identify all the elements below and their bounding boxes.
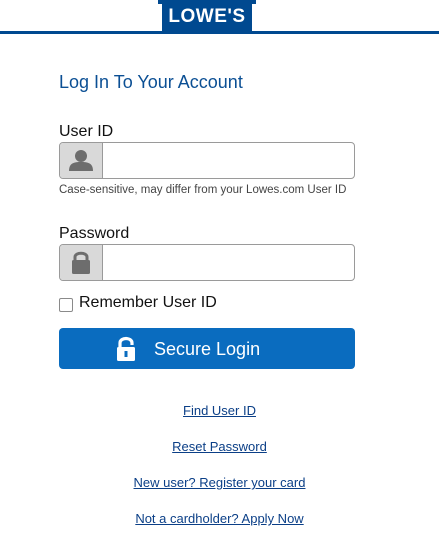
lock-icon [115, 336, 137, 367]
lowes-logo[interactable]: LOWE'S [158, 0, 256, 31]
user-icon [60, 143, 103, 178]
user-id-field[interactable] [59, 142, 355, 179]
password-input[interactable] [103, 245, 354, 280]
page-title: Log In To Your Account [59, 72, 243, 92]
header-bar: LOWE'S [0, 0, 439, 34]
user-id-label: User ID [59, 123, 114, 140]
apply-now-link[interactable]: Not a cardholder? Apply Now [0, 511, 439, 526]
secure-login-label: Secure Login [154, 339, 261, 359]
remember-label: Remember User ID [79, 294, 217, 311]
register-card-link[interactable]: New user? Register your card [0, 475, 439, 490]
lock-icon [60, 245, 103, 280]
remember-checkbox[interactable] [59, 298, 73, 312]
reset-password-link[interactable]: Reset Password [0, 439, 439, 454]
user-id-input[interactable] [103, 143, 354, 178]
header-rule [0, 31, 439, 34]
password-label: Password [59, 225, 130, 242]
secure-login-button[interactable]: Secure Login [59, 328, 355, 369]
password-field[interactable] [59, 244, 355, 281]
user-id-hint: Case-sensitive, may differ from your Low… [59, 184, 347, 196]
find-user-id-link[interactable]: Find User ID [0, 403, 439, 418]
